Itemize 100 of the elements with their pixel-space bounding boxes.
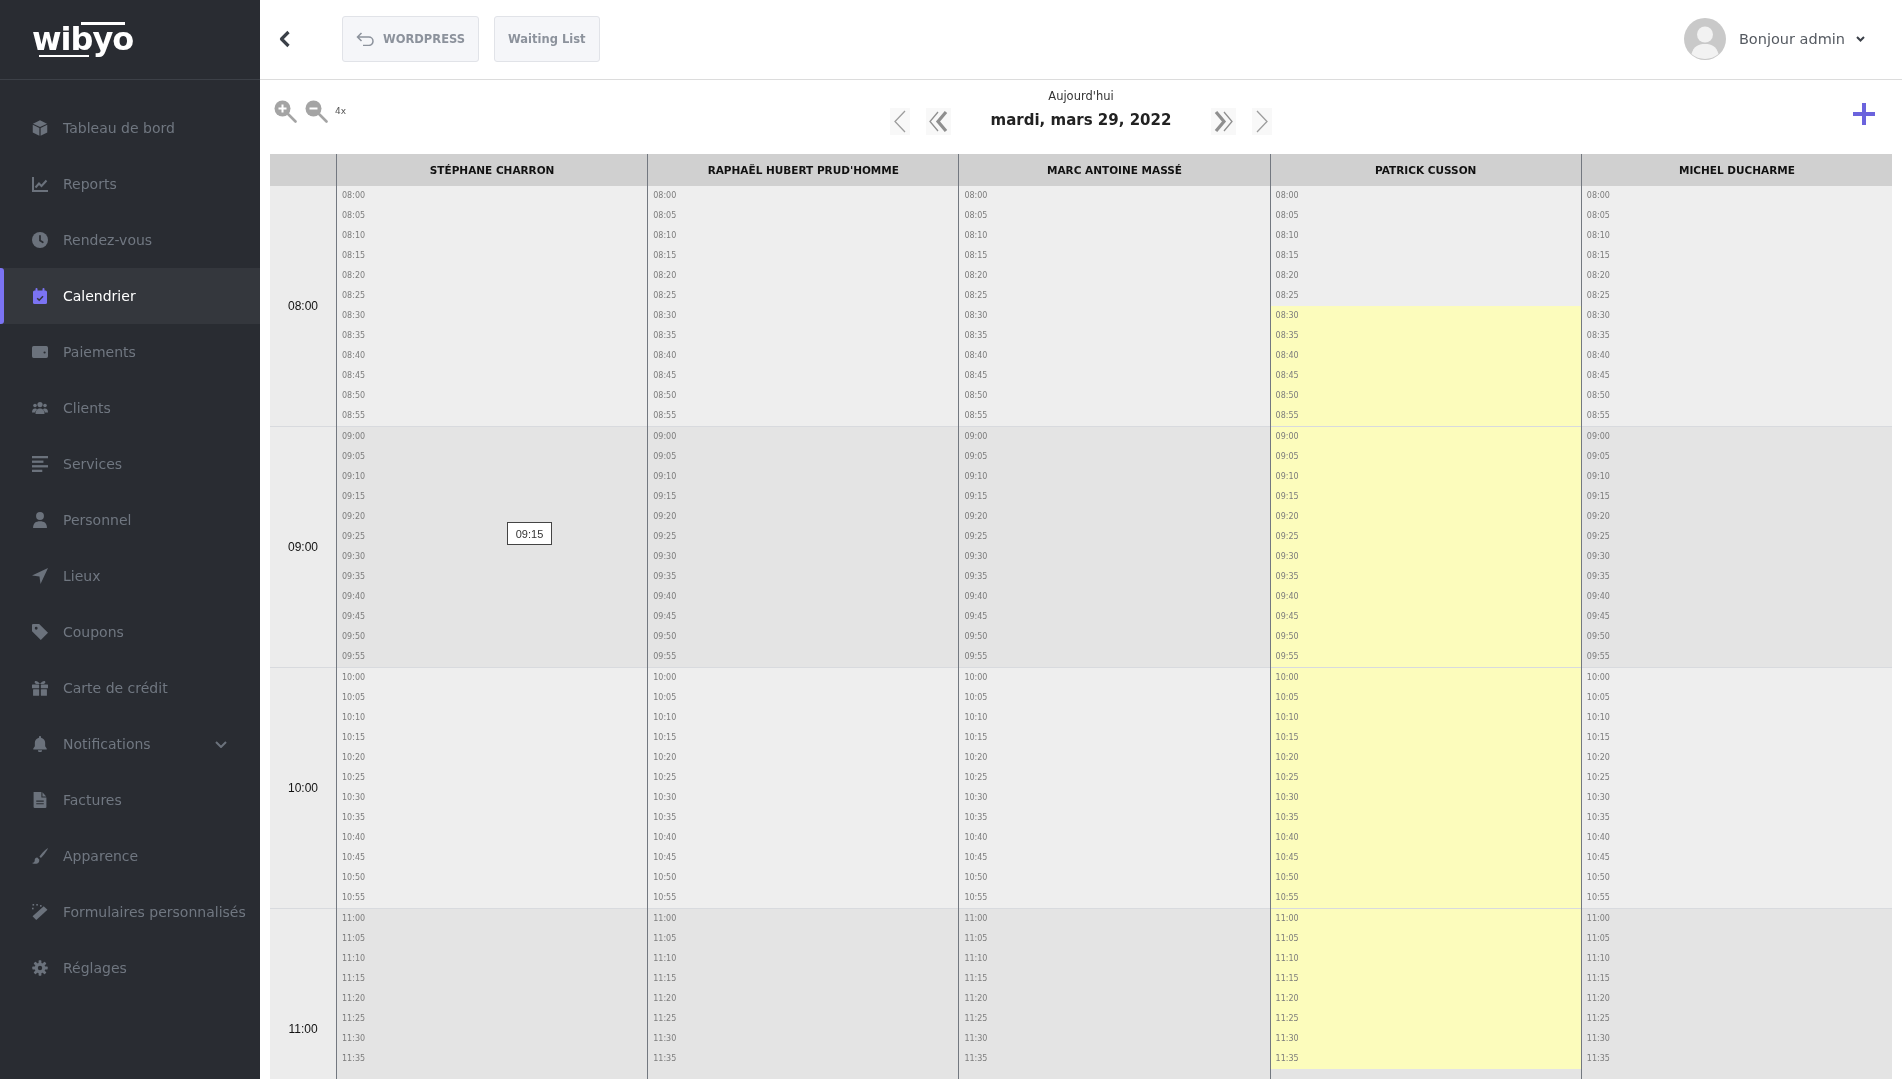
time-slot[interactable]: 09:15 [1270, 487, 1581, 507]
slot-time: 08:05 [964, 211, 988, 221]
time-slot[interactable]: 09:45 [1270, 607, 1581, 627]
zoom-out-icon[interactable] [305, 99, 328, 123]
time-slot[interactable]: 10:45 [1270, 848, 1581, 868]
time-slot[interactable]: 10:10 [1270, 708, 1581, 728]
sidebar-item[interactable]: Services [0, 436, 260, 492]
chevron-right-icon[interactable] [1252, 108, 1273, 135]
time-slot[interactable]: 08:50 [1270, 386, 1581, 406]
time-slot[interactable]: 11:15 [1270, 969, 1581, 989]
sidebar-item[interactable]: Factures [0, 772, 260, 828]
time-slot[interactable]: 09:35 [1270, 567, 1581, 587]
slot-time: 09:40 [342, 592, 366, 602]
slot-time: 08:40 [1275, 351, 1299, 361]
sidebar-item[interactable]: Carte de crédit [0, 660, 260, 716]
time-slot[interactable]: 09:00 [1270, 427, 1581, 447]
brush-icon [32, 848, 48, 864]
time-slot[interactable]: 08:35 [1270, 326, 1581, 346]
time-slot[interactable]: 08:30 [1270, 306, 1581, 326]
slot-time: 11:15 [964, 974, 988, 984]
slot-time: 10:20 [1275, 753, 1299, 763]
time-slot[interactable]: 10:50 [1270, 868, 1581, 888]
time-slot[interactable]: 10:35 [1270, 808, 1581, 828]
slot-time: 09:35 [964, 572, 988, 582]
sidebar-item[interactable]: Rendez-vous [0, 212, 260, 268]
sidebar-item[interactable]: Apparence [0, 828, 260, 884]
today-link[interactable]: Aujourd'hui [1048, 89, 1114, 103]
time-slot[interactable]: 10:40 [1270, 828, 1581, 848]
time-slot[interactable]: 11:30 [1270, 1029, 1581, 1049]
sidebar-item[interactable]: Notifications [0, 716, 260, 772]
slot-time: 08:00 [1586, 191, 1610, 201]
chevron-down-icon[interactable] [215, 740, 227, 748]
time-slot[interactable]: 11:20 [1270, 989, 1581, 1009]
time-slot[interactable]: 08:45 [1270, 366, 1581, 386]
slot-time: 09:35 [1586, 572, 1610, 582]
sidebar-item[interactable]: Formulaires personnalisés [0, 884, 260, 940]
sidebar-item[interactable]: Calendrier [0, 268, 260, 324]
slot-time: 09:45 [653, 612, 677, 622]
zoom-level: 4x [335, 106, 347, 116]
time-slot[interactable]: 10:30 [1270, 788, 1581, 808]
time-slot[interactable]: 09:55 [1270, 647, 1581, 667]
slot-time: 10:55 [1586, 893, 1610, 903]
slot-time: 10:25 [1586, 773, 1610, 783]
double-chevron-left-icon[interactable] [925, 108, 951, 135]
user-menu[interactable]: Bonjour admin [1738, 30, 1865, 47]
slot-time: 10:30 [653, 793, 677, 803]
sidebar-item[interactable]: Lieux [0, 548, 260, 604]
time-slot[interactable]: 09:20 [1270, 507, 1581, 527]
chevron-left-icon[interactable] [889, 108, 910, 135]
time-slot[interactable]: 10:55 [1270, 888, 1581, 908]
slot-time: 08:50 [342, 391, 366, 401]
lines-icon [32, 456, 48, 472]
time-slot[interactable]: 09:10 [1270, 467, 1581, 487]
slot-time: 08:10 [342, 231, 366, 241]
slot-time: 08:20 [653, 271, 677, 281]
slot-time: 08:40 [653, 351, 677, 361]
slot-time: 10:10 [1586, 713, 1610, 723]
slot-time: 10:00 [342, 673, 366, 683]
slot-time: 11:15 [653, 974, 677, 984]
sidebar-item[interactable]: Reports [0, 156, 260, 212]
time-slot[interactable]: 11:00 [1270, 909, 1581, 929]
slot-time: 09:05 [1275, 452, 1299, 462]
slot-time: 09:20 [653, 512, 677, 522]
time-slot[interactable]: 10:05 [1270, 688, 1581, 708]
slot-time: 08:50 [653, 391, 677, 401]
wordpress-button[interactable]: WORDPRESS [342, 15, 480, 62]
slot-time: 09:35 [653, 572, 677, 582]
waiting-list-button[interactable]: Waiting List [494, 15, 600, 62]
time-slot[interactable]: 11:25 [1270, 1009, 1581, 1029]
sidebar-item[interactable]: Paiements [0, 324, 260, 380]
zoom-in-icon[interactable] [274, 99, 297, 123]
tag-icon [32, 624, 48, 640]
time-slot[interactable]: 10:20 [1270, 748, 1581, 768]
sidebar-item[interactable]: Clients [0, 380, 260, 436]
time-slot[interactable]: 11:35 [1270, 1049, 1581, 1069]
settings-icon [32, 960, 48, 976]
slot-time: 08:00 [653, 191, 677, 201]
slot-time: 09:35 [1275, 572, 1299, 582]
time-slot[interactable]: 11:05 [1270, 929, 1581, 949]
time-slot[interactable]: 10:15 [1270, 728, 1581, 748]
double-chevron-right-icon[interactable] [1211, 108, 1237, 135]
time-slot[interactable]: 09:40 [1270, 587, 1581, 607]
time-slot[interactable]: 10:00 [1270, 668, 1581, 688]
time-slot[interactable]: 09:05 [1270, 447, 1581, 467]
slot-time: 10:50 [653, 873, 677, 883]
sidebar-item[interactable]: Tableau de bord [0, 100, 260, 156]
sidebar-item[interactable]: Personnel [0, 492, 260, 548]
time-slot[interactable]: 11:10 [1270, 949, 1581, 969]
bell-icon [32, 736, 48, 752]
back-icon[interactable] [277, 29, 292, 48]
sidebar-item[interactable]: Réglages [0, 940, 260, 996]
sidebar-item[interactable]: Coupons [0, 604, 260, 660]
time-slot[interactable]: 08:40 [1270, 346, 1581, 366]
plus-icon[interactable] [1853, 103, 1875, 125]
time-slot[interactable]: 08:55 [1270, 406, 1581, 426]
time-slot[interactable]: 09:30 [1270, 547, 1581, 567]
time-slot[interactable]: 10:25 [1270, 768, 1581, 788]
time-slot[interactable]: 09:25 [1270, 527, 1581, 547]
time-slot[interactable]: 09:50 [1270, 627, 1581, 647]
slot-time: 10:05 [342, 693, 366, 703]
